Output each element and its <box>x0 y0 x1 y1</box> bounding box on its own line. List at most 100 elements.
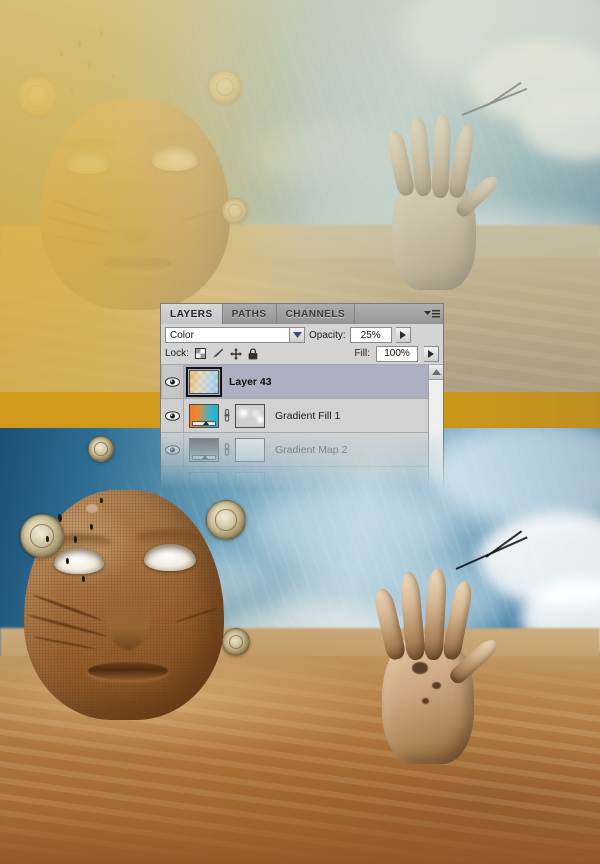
hand-finger <box>441 579 475 661</box>
face-left-brow <box>60 138 118 152</box>
layer-thumbnails[interactable] <box>184 403 265 428</box>
lock-position-move-icon[interactable] <box>229 347 242 360</box>
layer-visibility-toggle[interactable] <box>162 365 184 398</box>
layer-list-scrollbar[interactable] <box>428 365 443 501</box>
cloud-puff <box>250 488 450 568</box>
face-nose <box>116 180 156 244</box>
layer-visibility-toggle[interactable] <box>162 399 184 432</box>
mask-base <box>236 438 264 461</box>
face-right-brow <box>136 530 204 546</box>
floating-clock <box>208 70 242 104</box>
layer-row-gradient-fill-1[interactable]: Gradient Fill 1 <box>161 399 428 433</box>
triangle-right-icon <box>399 331 406 339</box>
panel-menu-button[interactable] <box>421 304 443 324</box>
layer-thumbnails[interactable] <box>184 437 265 462</box>
tab-bar-filler <box>355 304 421 324</box>
face-nose <box>106 578 150 650</box>
lock-label: Lock: <box>165 348 189 359</box>
hand-blotch <box>432 682 441 689</box>
panel-body: Color Opacity: 25% Lock: Fill: 100% Laye… <box>160 324 444 501</box>
screenshot-stage: LAYERS PATHS CHANNELS Color Opacity: 25%… <box>0 0 600 864</box>
layer-visibility-toggle[interactable] <box>162 433 184 466</box>
face-mouth <box>102 256 172 272</box>
floating-clock <box>206 500 246 540</box>
layers-panel[interactable]: LAYERS PATHS CHANNELS Color Opacity: 25%… <box>160 303 444 501</box>
buried-face <box>40 98 230 310</box>
layer-thumbnail-checkerboard-gradient[interactable] <box>186 366 222 397</box>
thumbnail-gradient <box>190 370 218 393</box>
face-right-eye <box>152 146 198 171</box>
debris-speck <box>70 88 73 94</box>
tab-layers-label: LAYERS <box>170 308 213 320</box>
debris-speck <box>60 52 63 57</box>
blend-mode-value: Color <box>170 329 194 341</box>
scrollbar-track[interactable] <box>429 380 443 501</box>
debris-speck <box>74 536 77 543</box>
fill-input[interactable]: 100% <box>376 345 418 362</box>
scroll-up-button[interactable] <box>429 365 443 380</box>
face-left-eye <box>54 548 104 574</box>
layer-thumbnail-orange-cyan-gradient[interactable] <box>189 403 219 428</box>
lock-transparent-pixels-icon[interactable] <box>194 348 206 359</box>
layer-mask-thumbnail-empty[interactable] <box>235 437 265 462</box>
floating-clock <box>222 628 250 656</box>
scroll-up-arrow-icon <box>431 369 441 375</box>
link-chain-icon <box>224 409 230 422</box>
panel-tab-bar[interactable]: LAYERS PATHS CHANNELS <box>160 303 444 324</box>
lock-image-pixels-brush-icon[interactable] <box>212 348 224 359</box>
blend-mode-dropdown-button[interactable] <box>289 328 304 342</box>
layer-name-gradient-fill-1[interactable]: Gradient Fill 1 <box>265 410 340 422</box>
lock-all-padlock-icon[interactable] <box>248 347 258 360</box>
fill-label: Fill: <box>354 348 370 359</box>
artwork-after <box>0 428 600 864</box>
lock-buttons-group[interactable] <box>194 347 258 360</box>
fill-slider-button[interactable] <box>424 345 439 362</box>
layer-list[interactable]: Layer 43 Gradient Fill 1 Gradient Map 2 <box>161 365 443 501</box>
debris-speck <box>88 62 91 68</box>
layer-thumbnails[interactable] <box>184 366 222 397</box>
debris-speck <box>66 558 69 564</box>
opacity-input[interactable]: 25% <box>349 327 392 343</box>
layer-rows: Layer 43 Gradient Fill 1 Gradient Map 2 <box>161 365 428 501</box>
hand-blotch <box>422 698 429 704</box>
layer-mask-thumbnail-soft-blobs[interactable] <box>235 403 265 428</box>
layer-mask-link-button[interactable] <box>222 409 232 422</box>
floating-clock <box>88 436 114 462</box>
opacity-slider-button[interactable] <box>395 327 411 343</box>
hand-blotch <box>412 662 428 674</box>
debris-speck <box>78 40 82 47</box>
floating-clock <box>18 76 58 116</box>
panel-menu-icon <box>424 309 440 317</box>
face-chip <box>86 504 98 513</box>
lock-fill-row: Lock: Fill: 100% <box>161 345 443 365</box>
blend-mode-select[interactable]: Color <box>165 327 305 343</box>
debris-speck <box>100 498 103 503</box>
emerging-hand <box>370 530 528 766</box>
layer-name-layer-43[interactable]: Layer 43 <box>219 376 272 388</box>
layer-name-gradient-map-2[interactable]: Gradient Map 2 <box>265 444 347 456</box>
face-right-brow <box>146 134 206 148</box>
mask-blob <box>257 415 264 423</box>
eye-icon <box>165 410 180 421</box>
debris-speck <box>90 524 93 530</box>
mask-blob <box>239 408 248 417</box>
face-left-eye <box>66 150 110 174</box>
layer-row-layer-43[interactable]: Layer 43 <box>161 365 428 399</box>
tab-paths[interactable]: PATHS <box>222 304 277 324</box>
eye-icon <box>165 376 180 387</box>
tab-channels-label: CHANNELS <box>285 308 346 320</box>
gold-divider-left <box>0 392 160 428</box>
blend-opacity-row: Color Opacity: 25% <box>161 324 443 345</box>
gradient-slider-bar <box>192 420 216 426</box>
gradient-slider-bar <box>192 454 216 460</box>
layer-row-gradient-map-2[interactable]: Gradient Map 2 <box>161 433 428 467</box>
debris-speck <box>58 514 62 522</box>
layer-thumbnail-black-white-gradient[interactable] <box>189 437 219 462</box>
tab-layers[interactable]: LAYERS <box>161 304 223 324</box>
chevron-down-icon <box>292 332 302 338</box>
face-mouth <box>88 662 168 680</box>
layer-mask-link-button[interactable] <box>222 443 232 456</box>
hand-finger <box>447 123 477 199</box>
debris-speck <box>46 536 49 542</box>
tab-channels[interactable]: CHANNELS <box>276 304 356 324</box>
